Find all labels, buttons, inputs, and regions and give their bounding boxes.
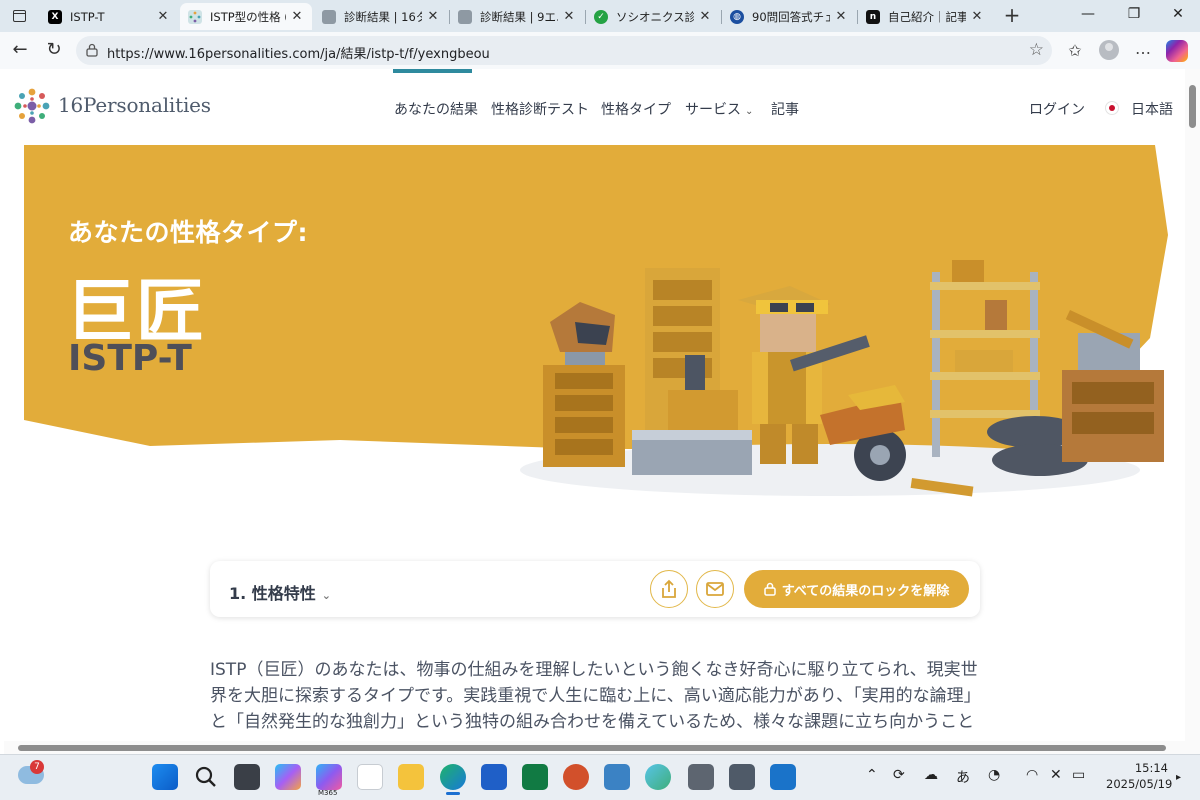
onedrive-sync-icon[interactable]: ⟳ [893, 767, 905, 783]
section-header-card: 1. 性格特性 ⌄ すべての結果のロックを解除 [210, 561, 980, 617]
chevron-up-icon[interactable]: ⌃ [866, 767, 878, 783]
search-icon[interactable] [193, 764, 219, 790]
focus-icon[interactable]: ◔ [988, 767, 1000, 783]
calculator-icon[interactable] [729, 764, 755, 790]
photos-icon[interactable] [770, 764, 796, 790]
powerpoint-icon[interactable] [563, 764, 589, 790]
speaker-mute-icon[interactable]: ✕ [1050, 767, 1062, 783]
cloud-icon[interactable]: ☁ [924, 767, 938, 783]
email-button[interactable] [696, 570, 734, 608]
type-description: ISTP（巨匠）のあなたは、物事の仕組みを理解したいという飽くなき好奇心に駆り立… [210, 657, 982, 735]
windows-taskbar [0, 754, 1200, 800]
lock-icon [763, 582, 776, 596]
task-view-icon[interactable] [234, 764, 260, 790]
description-line: 界を大胆に探索するタイプです。実践重視で人生に臨む上に、高い適応能力があり、「実… [210, 686, 981, 706]
weather-badge: 7 [30, 760, 44, 774]
hero-subtitle: あなたの性格タイプ: [68, 218, 308, 247]
system-clock[interactable]: 15:14 2025/05/19 [1106, 760, 1173, 792]
start-windows-icon[interactable] [152, 764, 178, 790]
notification-icon[interactable]: ▸ [1176, 772, 1181, 783]
store-icon[interactable] [357, 764, 383, 790]
description-line: と「自然発生的な独創力」という独特の組み合わせを備えているため、様々な課題に立ち… [210, 712, 975, 732]
unlock-all-results-button[interactable]: すべての結果のロックを解除 [744, 570, 969, 608]
file-explorer-icon[interactable] [398, 764, 424, 790]
share-button[interactable] [650, 570, 688, 608]
notepad-icon[interactable] [604, 764, 630, 790]
m365-label: M365 [318, 789, 338, 797]
copilot-app-icon[interactable] [275, 764, 301, 790]
description-line: ISTP（巨匠）のあなたは、物事の仕組みを理解したいという飽くなき好奇心に駆り立… [210, 660, 978, 680]
camera-icon[interactable] [688, 764, 714, 790]
edge-browser-icon[interactable] [440, 764, 466, 790]
chevron-down-icon: ⌄ [321, 589, 332, 602]
m365-icon[interactable] [316, 764, 342, 790]
clock-date: 2025/05/19 [1106, 777, 1173, 791]
word-icon[interactable] [481, 764, 507, 790]
mail-icon [706, 582, 724, 596]
battery-icon[interactable]: ▭ [1072, 767, 1085, 783]
ime-indicator[interactable]: あ [956, 767, 970, 787]
section-title: 1. 性格特性 [229, 584, 316, 603]
vertical-scroll-thumb[interactable] [1189, 85, 1196, 128]
active-app-indicator [446, 792, 460, 795]
unlock-label: すべての結果のロックを解除 [781, 583, 950, 599]
excel-icon[interactable] [522, 764, 548, 790]
maps-icon[interactable] [645, 764, 671, 790]
horizontal-scroll-thumb[interactable] [18, 745, 1166, 751]
section-dropdown[interactable]: 1. 性格特性 ⌄ [229, 580, 331, 604]
hero-type-code: ISTP-T [68, 338, 192, 379]
share-icon [662, 579, 676, 598]
vertical-scrollbar[interactable] [1185, 69, 1200, 754]
wifi-icon[interactable]: ◠ [1026, 767, 1038, 783]
clock-time: 15:14 [1134, 761, 1168, 775]
